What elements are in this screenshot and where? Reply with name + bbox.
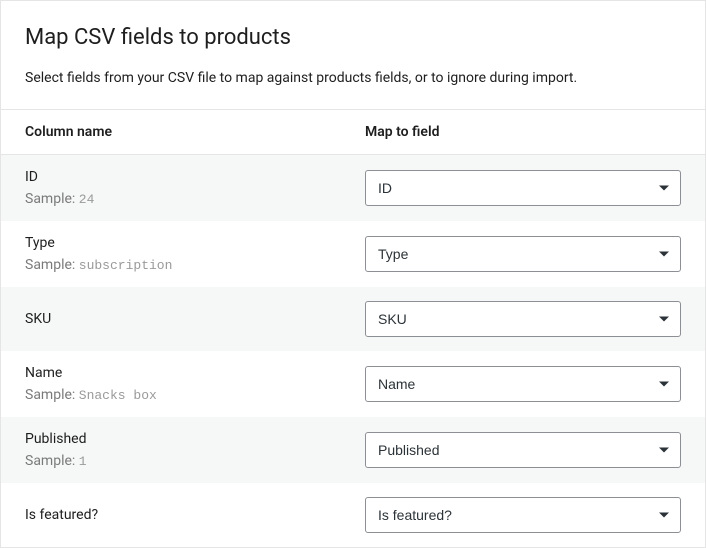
sample-line: Sample: subscription bbox=[25, 257, 365, 273]
column-cell: SKU bbox=[25, 311, 365, 327]
table-row: Type Sample: subscription Type bbox=[1, 221, 705, 287]
page-subtitle: Select fields from your CSV file to map … bbox=[25, 68, 681, 89]
map-cell: Name bbox=[365, 366, 681, 402]
map-cell: Is featured? bbox=[365, 497, 681, 533]
sample-label: Sample: bbox=[25, 257, 75, 273]
sample-label: Sample: bbox=[25, 453, 75, 469]
map-to-field-select[interactable]: Is featured? bbox=[365, 497, 681, 533]
sample-line: Sample: Snacks box bbox=[25, 387, 365, 403]
table-row: Published Sample: 1 Published bbox=[1, 417, 705, 483]
select-wrapper: Name bbox=[365, 366, 681, 402]
column-cell: Type Sample: subscription bbox=[25, 235, 365, 273]
page-title: Map CSV fields to products bbox=[25, 25, 681, 50]
panel-header: Map CSV fields to products Select fields… bbox=[1, 1, 705, 109]
column-name: SKU bbox=[25, 311, 365, 327]
sample-line: Sample: 24 bbox=[25, 191, 365, 207]
map-to-field-select[interactable]: Name bbox=[365, 366, 681, 402]
table-row: ID Sample: 24 ID bbox=[1, 155, 705, 221]
column-name: Is featured? bbox=[25, 507, 365, 523]
sample-label: Sample: bbox=[25, 387, 75, 403]
table-header-row: Column name Map to field bbox=[1, 109, 705, 155]
mapping-table: Column name Map to field ID Sample: 24 I… bbox=[1, 109, 705, 547]
map-cell: SKU bbox=[365, 301, 681, 337]
table-row: Is featured? Is featured? bbox=[1, 483, 705, 547]
sample-value: Snacks box bbox=[79, 388, 157, 403]
column-cell: Published Sample: 1 bbox=[25, 431, 365, 469]
column-name: Type bbox=[25, 235, 365, 251]
table-row: SKU SKU bbox=[1, 287, 705, 351]
column-cell: Is featured? bbox=[25, 507, 365, 523]
column-cell: Name Sample: Snacks box bbox=[25, 365, 365, 403]
sample-value: 1 bbox=[79, 454, 87, 469]
column-cell: ID Sample: 24 bbox=[25, 169, 365, 207]
column-name-header: Column name bbox=[25, 124, 365, 140]
map-to-field-header: Map to field bbox=[365, 124, 681, 140]
map-to-field-select[interactable]: Published bbox=[365, 432, 681, 468]
map-to-field-select[interactable]: Type bbox=[365, 236, 681, 272]
map-to-field-select[interactable]: SKU bbox=[365, 301, 681, 337]
select-wrapper: SKU bbox=[365, 301, 681, 337]
column-name: Name bbox=[25, 365, 365, 381]
map-cell: Type bbox=[365, 236, 681, 272]
select-wrapper: Is featured? bbox=[365, 497, 681, 533]
map-cell: ID bbox=[365, 170, 681, 206]
sample-value: subscription bbox=[79, 258, 173, 273]
map-cell: Published bbox=[365, 432, 681, 468]
select-wrapper: Published bbox=[365, 432, 681, 468]
table-row: Name Sample: Snacks box Name bbox=[1, 351, 705, 417]
map-to-field-select[interactable]: ID bbox=[365, 170, 681, 206]
sample-label: Sample: bbox=[25, 191, 75, 207]
select-wrapper: ID bbox=[365, 170, 681, 206]
column-name: Published bbox=[25, 431, 365, 447]
sample-value: 24 bbox=[79, 192, 95, 207]
column-name: ID bbox=[25, 169, 365, 185]
csv-mapping-panel: Map CSV fields to products Select fields… bbox=[0, 0, 706, 548]
select-wrapper: Type bbox=[365, 236, 681, 272]
sample-line: Sample: 1 bbox=[25, 453, 365, 469]
